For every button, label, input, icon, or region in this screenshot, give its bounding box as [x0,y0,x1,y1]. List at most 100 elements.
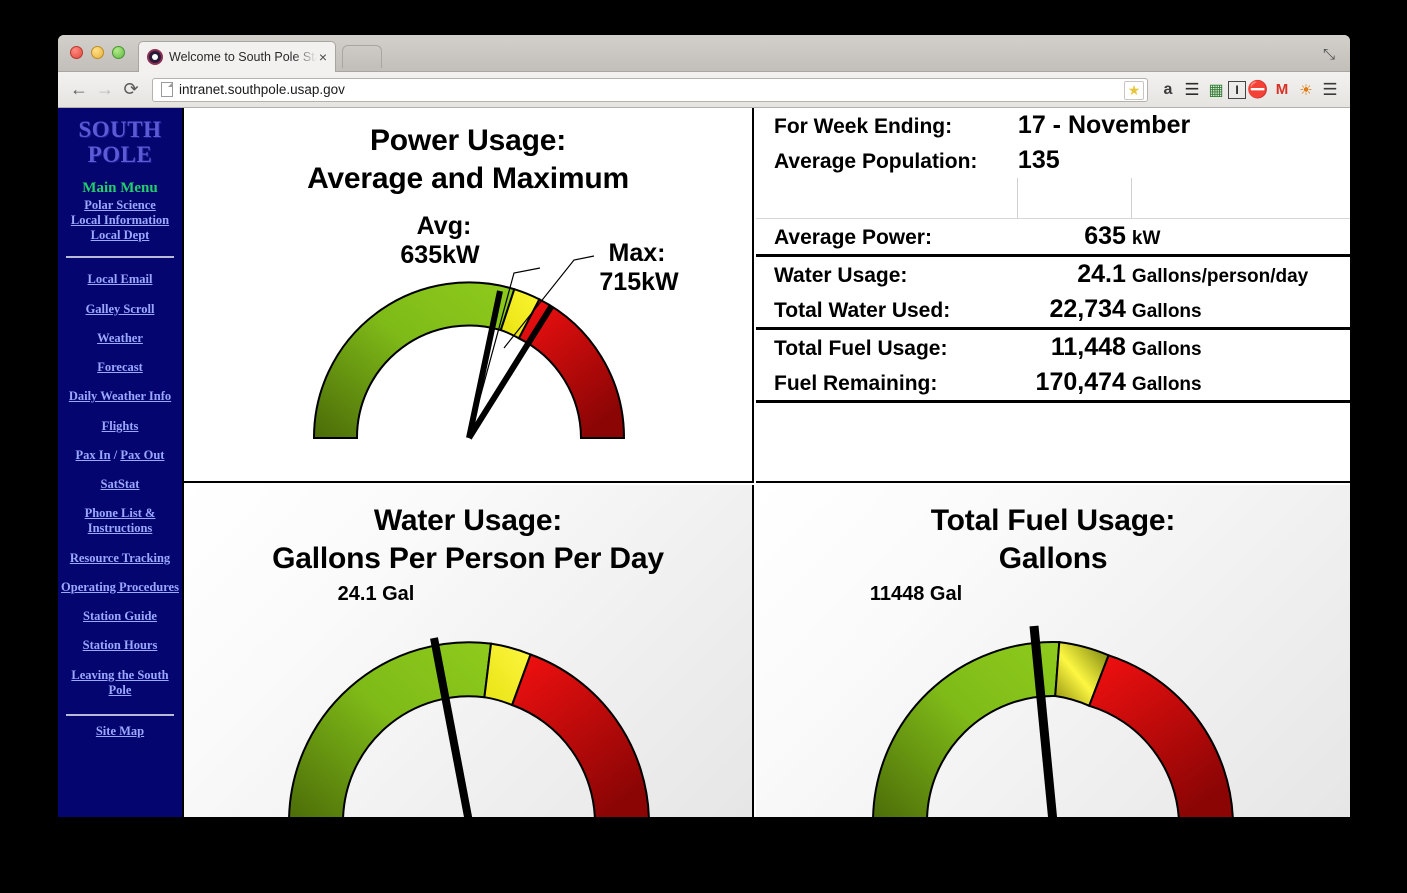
water-value-label: 24.1 Gal [338,583,415,605]
dashboard-content: Power Usage: Average and Maximum Avg: 63… [184,108,1350,817]
sidebar-item-satstat[interactable]: SatStat [58,477,182,492]
sidebar-item-resource-tracking[interactable]: Resource Tracking [58,551,182,566]
flame-extension-icon[interactable]: ☀ [1294,77,1318,103]
main-menu-heading: Main Menu [82,179,158,196]
fullscreen-icon[interactable]: ⤡ [1318,44,1340,64]
table-row-total-water-used: Total Water Used: 22,734 Gallons [756,292,1350,329]
browser-toolbar: ← → ⟳ intranet.southpole.usap.gov ★ a ☰ … [58,72,1350,108]
sidebar-item-station-guide[interactable]: Station Guide [58,609,182,624]
sidebar-item-pax-out[interactable]: Pax Out [120,448,164,462]
logo-line-2: POLE [87,141,153,167]
browser-tab[interactable]: Welcome to South Pole Static × [138,41,336,72]
sidebar-item-galley-scroll[interactable]: Galley Scroll [58,302,182,317]
sidebar-item-flights[interactable]: Flights [58,419,182,434]
gmail-extension-icon[interactable]: M [1270,77,1294,103]
sidebar-item-local-information[interactable]: Local Information [58,213,182,228]
power-gauge-title: Power Usage: Average and Maximum [184,108,752,198]
info-extension-icon[interactable]: I [1228,80,1246,99]
sidebar-item-site-map[interactable]: Site Map [58,724,182,739]
screen: Welcome to South Pole Static × ⤡ ← → ⟳ i… [0,0,1407,893]
week-ending-label: For Week Ending: [774,115,953,138]
spacer-cell-2 [1017,178,1132,218]
sidebar-item-pax-in[interactable]: Pax In [76,448,111,462]
fuel-usage-panel: Total Fuel Usage: Gallons 11448 Gal [756,485,1350,817]
power-avg-label-line2: 635kW [400,241,480,269]
table-row-total-fuel-usage: Total Fuel Usage: 11,448 Gallons [756,326,1350,365]
table-row-fuel-remaining: Fuel Remaining: 170,474 Gallons [756,365,1350,402]
address-bar[interactable]: intranet.southpole.usap.gov ★ [152,77,1148,102]
sidebar-item-local-dept[interactable]: Local Dept [58,228,182,243]
sidebar-item-station-hours[interactable]: Station Hours [58,638,182,653]
minimize-window-button[interactable] [91,46,104,59]
total-fuel-usage-unit: Gallons [1131,326,1350,365]
power-max-label-line2: 715kW [599,268,679,296]
sidebar-item-forecast[interactable]: Forecast [58,360,182,375]
sidebar-item-local-email[interactable]: Local Email [58,272,182,287]
power-gauge: Avg: 635kW Max: 715kW [312,212,679,440]
sidebar-item-operating-procedures[interactable]: Operating Procedures [58,580,182,595]
water-gauge: 24.1 Gal [288,583,650,817]
fuel-remaining-unit: Gallons [1131,373,1202,395]
sidebar-item-polar-science[interactable]: Polar Science [58,198,182,213]
water-usage-label: Water Usage: [756,253,1018,292]
fuel-remaining-value: 170,474 [1035,367,1126,396]
water-gauge-title-line-2: Gallons Per Person Per Day [272,542,664,576]
water-gauge-title-line-1: Water Usage: [373,504,563,537]
average-power-value: 635 [1017,217,1132,255]
water-usage-panel: Water Usage: Gallons Per Person Per Day [184,485,754,817]
population-value: 135 [1017,146,1060,174]
layers-extension-icon[interactable]: ☰ [1180,77,1204,103]
power-gauge-title-line-1: Power Usage: [370,124,566,157]
total-water-used-value: 22,734 [1049,294,1126,323]
sidebar-item-daily-weather-info[interactable]: Daily Weather Info [58,389,182,404]
total-water-used-label: Total Water Used: [774,298,951,322]
fuel-gauge-title-line-1: Total Fuel Usage: [930,504,1176,537]
pax-separator: / [110,447,121,462]
site-logo: SOUTH POLE [58,117,182,168]
sidebar-nav: SOUTH POLE Main Menu Polar Science Local… [58,108,184,817]
sidebar-item-weather[interactable]: Weather [58,331,182,346]
water-band-red [510,653,650,817]
window-controls [70,46,125,59]
average-power-label: Average Power: [756,217,1018,255]
table-row-bottom-spacer [756,399,1350,425]
fuel-band-green [872,641,1061,817]
table-row-water-usage: Water Usage: 24.1 Gallons/person/day [756,253,1350,292]
power-avg-label-line1: Avg: [417,212,472,240]
reload-icon[interactable]: ⟳ [118,77,144,103]
spacer-cell-1 [756,178,1018,218]
table-row-average-power: Average Power: 635 kW [756,217,1350,255]
week-ending-value: 17 - November [1017,111,1191,139]
power-gauge-title-line-2: Average and Maximum [307,162,629,196]
sidebar-divider-bottom [66,714,174,717]
url-text: intranet.southpole.usap.gov [179,82,345,97]
logo-line-1: SOUTH [78,117,162,142]
fuel-gauge-title: Total Fuel Usage: Gallons [756,485,1350,578]
fuel-gauge-title-line-2: Gallons [998,542,1108,576]
new-tab-button[interactable] [342,45,382,68]
total-fuel-usage-value: 11,448 [1017,326,1132,365]
maximize-window-button[interactable] [112,46,125,59]
sidebar-item-phone-list[interactable]: Phone List & Instructions [58,506,182,537]
population-label: Average Population: [774,150,978,173]
screen-extension-icon[interactable]: ▦ [1204,77,1228,103]
spacer-cell-3 [1131,178,1350,218]
fuel-remaining-label: Fuel Remaining: [774,371,938,395]
fuel-value-label: 11448 Gal [870,583,962,605]
close-icon[interactable]: × [317,50,329,64]
water-usage-unit: Gallons/person/day [1131,253,1350,292]
sidebar-item-leaving-south-pole[interactable]: Leaving the South Pole [58,668,182,699]
browser-menu-icon[interactable]: ☰ [1318,77,1342,103]
bookmark-star-icon[interactable]: ★ [1124,80,1144,100]
back-icon[interactable]: ← [66,77,92,103]
forward-icon[interactable]: → [92,77,118,103]
water-gauge-title: Water Usage: Gallons Per Person Per Day [184,485,752,578]
table-row-week-ending: For Week Ending: 17 - November [756,108,1350,143]
amazon-extension-icon[interactable]: a [1156,77,1180,103]
weekly-stats-panel: For Week Ending: 17 - November Average P… [756,108,1350,483]
adblock-extension-icon[interactable]: ⛔ [1246,77,1270,103]
weekly-stats-table: For Week Ending: 17 - November Average P… [756,108,1350,425]
close-window-button[interactable] [70,46,83,59]
page-body: SOUTH POLE Main Menu Polar Science Local… [58,108,1350,817]
water-usage-value: 24.1 [1017,253,1132,292]
